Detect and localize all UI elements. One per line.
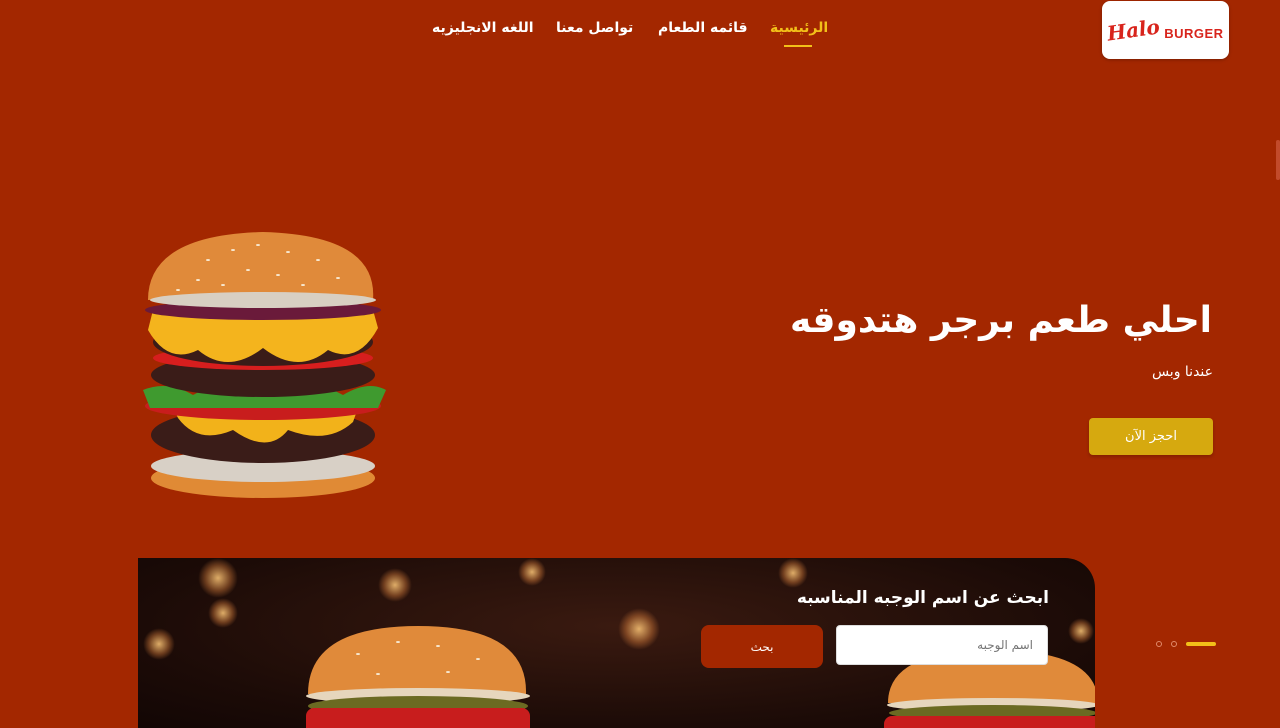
nav-item-home[interactable]: الرئيسية <box>770 20 828 36</box>
nav-item-english[interactable]: اللغه الانجليزيه <box>432 20 534 36</box>
slider-dot-active[interactable] <box>1186 642 1216 646</box>
nav-item-menu[interactable]: قائمه الطعام <box>658 20 748 36</box>
hero-title: احلي طعم برجر هتدوقه <box>790 300 1212 341</box>
scrollbar-thumb[interactable] <box>1276 140 1280 180</box>
search-banner: ابحث عن اسم الوجبه المناسبه بحث <box>138 558 1095 728</box>
bokeh-light <box>198 558 238 598</box>
slider-dot[interactable] <box>1171 641 1177 647</box>
nav-active-indicator <box>784 45 812 47</box>
bokeh-light <box>208 598 238 628</box>
meal-search-input[interactable] <box>836 625 1048 665</box>
scrollbar-track[interactable] <box>1276 0 1280 720</box>
slider-pagination <box>1156 640 1218 650</box>
bokeh-light <box>618 608 660 650</box>
slider-dot[interactable] <box>1156 641 1162 647</box>
logo-script-text: Halo <box>1106 14 1162 46</box>
book-now-button[interactable]: احجز الآن <box>1089 418 1213 455</box>
banner-burger-image <box>306 626 530 728</box>
hero-burger-image <box>143 232 386 498</box>
bokeh-light <box>778 558 808 588</box>
logo-word-text: BURGER <box>1164 25 1224 41</box>
hero-subtitle: عندنا وبس <box>1151 364 1213 380</box>
nav-item-contact[interactable]: تواصل معنا <box>556 20 633 36</box>
bokeh-light <box>378 568 412 602</box>
bokeh-light <box>143 628 175 660</box>
main-nav: الرئيسية قائمه الطعام تواصل معنا اللغه ا… <box>420 20 840 47</box>
brand-logo[interactable]: Halo BURGER <box>1102 1 1229 59</box>
bokeh-light <box>1068 618 1094 644</box>
search-title: ابحث عن اسم الوجبه المناسبه <box>796 588 1049 608</box>
bokeh-light <box>518 558 546 586</box>
search-button[interactable]: بحث <box>701 625 823 668</box>
